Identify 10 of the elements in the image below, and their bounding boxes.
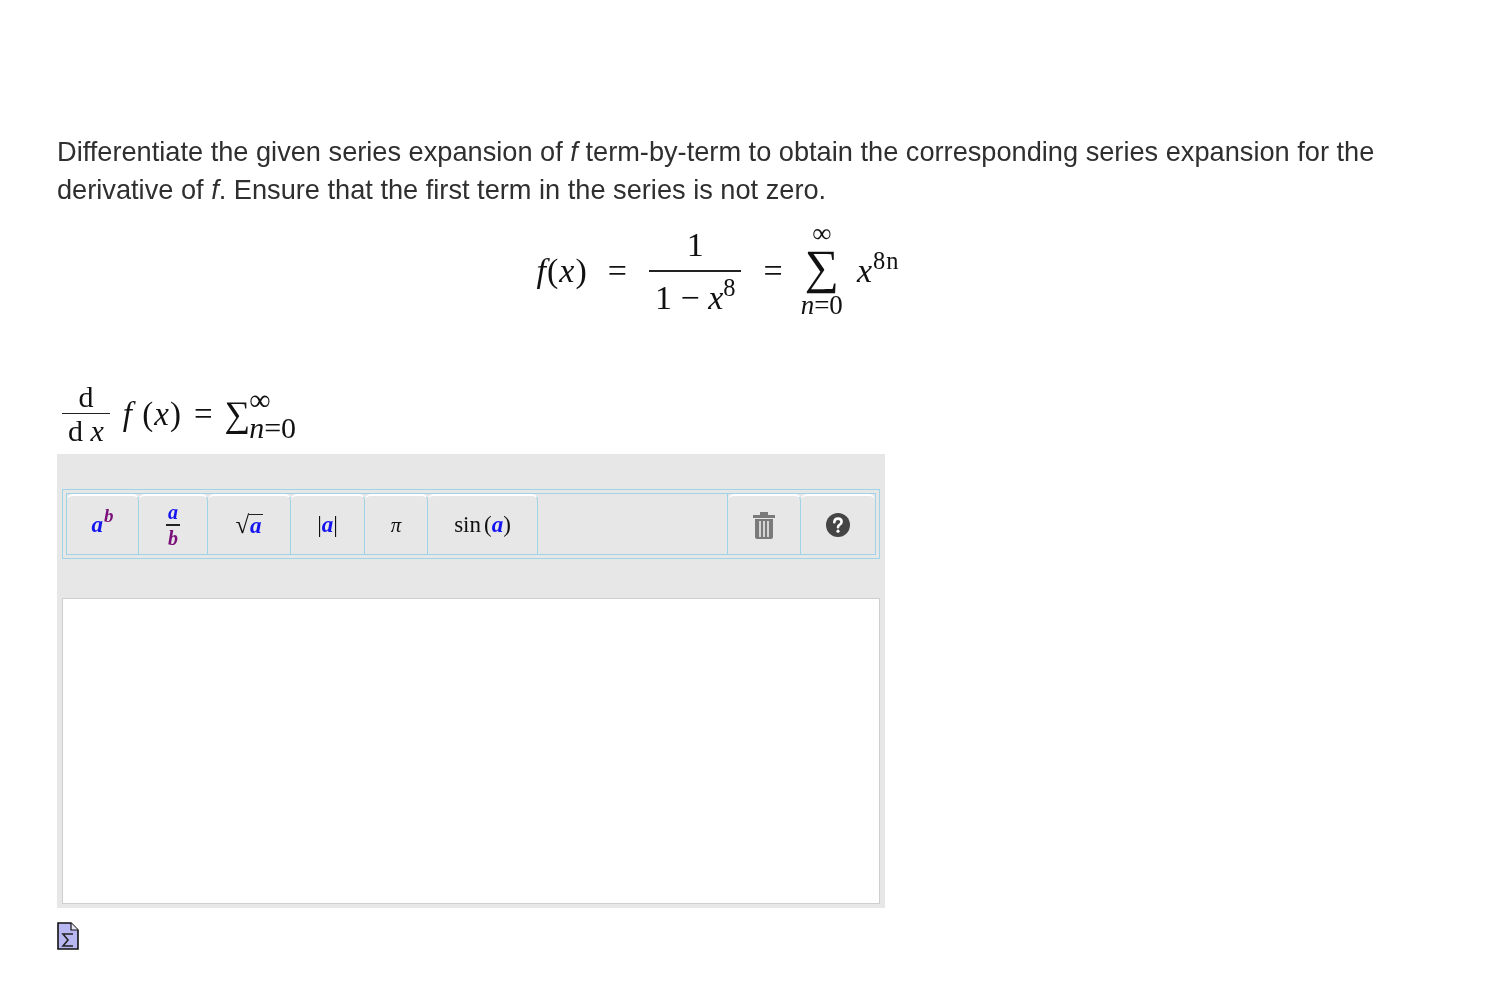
fraction-button[interactable]: a b <box>139 494 208 554</box>
delete-button[interactable] <box>728 494 801 554</box>
question-text: Differentiate the given series expansion of f term-by-term to obtain the corresponding series expansion for the derivative of f. Ensure that the first term in the series is not zero. <box>57 135 1376 207</box>
trash-icon <box>753 511 775 539</box>
help-icon <box>826 513 850 537</box>
sine-button[interactable]: sin(a) <box>428 494 538 554</box>
sigma-document-icon[interactable] <box>57 922 79 950</box>
absolute-value-button[interactable]: |a| <box>291 494 365 554</box>
pi-button[interactable]: π <box>365 494 428 554</box>
square-root-button[interactable]: √a <box>208 494 291 554</box>
